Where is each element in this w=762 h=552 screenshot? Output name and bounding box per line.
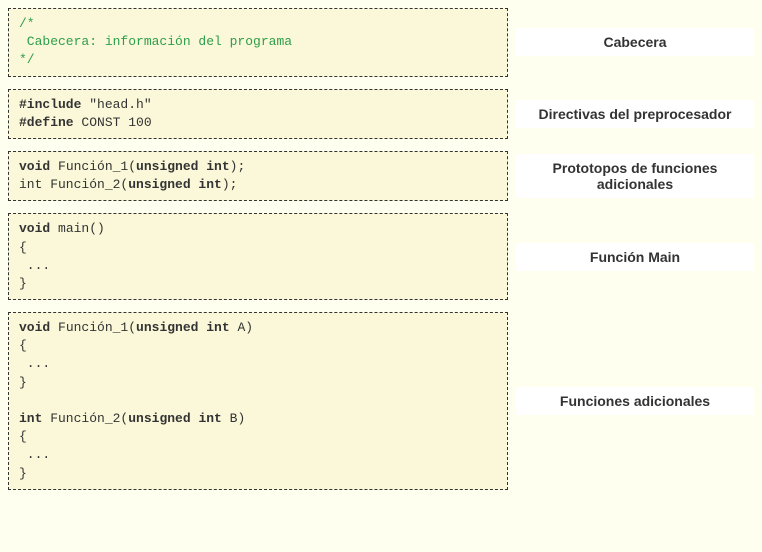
section-row-main: void main(){ ...} Función Main xyxy=(8,213,754,300)
code-box-preprocessor: #include "head.h"#define CONST 100 xyxy=(8,89,508,139)
code-box-additional: void Función_1(unsigned int A){ ...}int … xyxy=(8,312,508,490)
section-row-additional: void Función_1(unsigned int A){ ...}int … xyxy=(8,312,754,490)
code-box-prototypes: void Función_1(unsigned int);int Función… xyxy=(8,151,508,201)
section-row-header: /* Cabecera: información del programa*/ … xyxy=(8,8,754,77)
diagram-container: /* Cabecera: información del programa*/ … xyxy=(8,8,754,490)
label-prototypes: Prototopos de funciones adicionales xyxy=(516,154,754,198)
label-header: Cabecera xyxy=(516,28,754,56)
section-row-prototypes: void Función_1(unsigned int);int Función… xyxy=(8,151,754,201)
code-box-header: /* Cabecera: información del programa*/ xyxy=(8,8,508,77)
section-row-preprocessor: #include "head.h"#define CONST 100 Direc… xyxy=(8,89,754,139)
label-main: Función Main xyxy=(516,243,754,271)
label-additional: Funciones adicionales xyxy=(516,387,754,415)
label-preprocessor: Directivas del preprocesador xyxy=(516,100,754,128)
code-box-main: void main(){ ...} xyxy=(8,213,508,300)
